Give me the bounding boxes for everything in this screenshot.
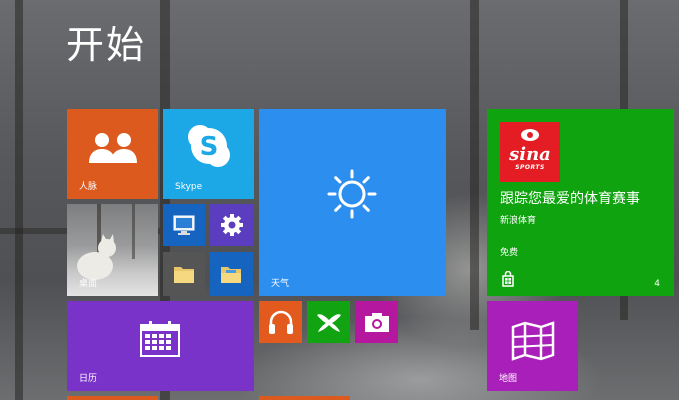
people-tile-label: 人脉: [79, 182, 98, 192]
skype-tile-label: Skype: [175, 182, 203, 192]
skype-tile[interactable]: S Skype: [163, 109, 254, 199]
store-icon: [502, 271, 514, 287]
start-screen-title: 开始: [66, 23, 147, 67]
weather-tile-label: 天气: [271, 279, 290, 289]
music-tile[interactable]: [259, 301, 302, 343]
desktop-tile-label: 桌面: [79, 279, 98, 289]
folder-icon: [174, 267, 194, 283]
calendar-icon: [140, 321, 180, 357]
sina-logo-text: sina: [509, 144, 551, 165]
desktop-tile[interactable]: 桌面: [67, 204, 158, 296]
file-explorer-tile[interactable]: [210, 252, 253, 296]
this-pc-tile[interactable]: [163, 204, 205, 246]
sina-rating: 4: [654, 279, 660, 289]
sina-sports-logo: sina SPORTS: [500, 122, 560, 182]
sina-price: 免费: [500, 248, 519, 258]
sina-sports-tile[interactable]: sina SPORTS 跟踪您最爱的体育赛事 新浪体育 免费 4: [487, 109, 674, 296]
weather-tile[interactable]: 天气: [259, 109, 446, 296]
sina-eye-icon: [521, 129, 539, 141]
camera-icon: [365, 313, 389, 332]
sina-headline: 跟踪您最爱的体育赛事: [500, 191, 640, 207]
sina-logo-subtext: SPORTS: [515, 164, 545, 171]
calendar-tile-label: 日历: [79, 374, 98, 384]
file-explorer-icon: [221, 267, 241, 283]
sun-icon: [327, 169, 377, 219]
settings-tile[interactable]: [210, 204, 253, 246]
maps-tile-label: 地图: [499, 374, 518, 384]
partial-tile[interactable]: [259, 396, 350, 400]
skype-icon: S: [188, 125, 230, 167]
tree-trunk: [15, 0, 23, 400]
tree-trunk: [470, 0, 479, 330]
xbox-icon: [317, 314, 341, 332]
svg-text:S: S: [200, 132, 219, 162]
calendar-tile[interactable]: 日历: [67, 301, 254, 391]
headphones-icon: [269, 310, 293, 334]
folder-tile[interactable]: [163, 252, 205, 296]
map-icon: [511, 321, 555, 361]
computer-icon: [173, 215, 195, 235]
people-icon: [89, 133, 137, 163]
partial-tile[interactable]: [67, 396, 158, 400]
camera-tile[interactable]: [355, 301, 398, 343]
sina-source: 新浪体育: [500, 216, 537, 226]
people-tile[interactable]: 人脉: [67, 109, 158, 199]
maps-tile[interactable]: 地图: [487, 301, 578, 391]
xbox-games-tile[interactable]: [307, 301, 350, 343]
gear-icon: [221, 214, 243, 236]
